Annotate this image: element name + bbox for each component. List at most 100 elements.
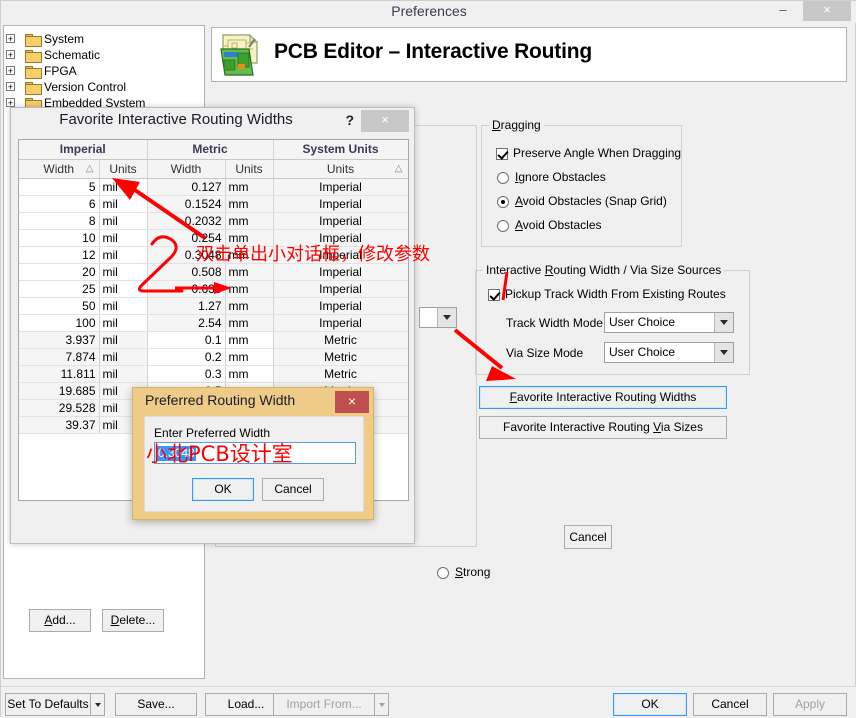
cell-imperial-width[interactable]: 6 xyxy=(19,195,100,213)
help-icon[interactable]: ? xyxy=(345,112,354,128)
cell-metric-width[interactable]: 0.3 xyxy=(147,365,226,383)
cell-imperial-units[interactable]: mil xyxy=(99,331,148,349)
cell-imperial-units[interactable]: mil xyxy=(99,246,148,264)
expand-icon[interactable]: + xyxy=(6,82,15,92)
cell-metric-units[interactable]: mm xyxy=(225,280,274,298)
close-icon[interactable]: × xyxy=(335,391,369,413)
cell-imperial-width[interactable]: 100 xyxy=(19,314,100,332)
table-row[interactable]: 6 mil 0.1524 mm Imperial xyxy=(19,195,408,213)
cell-imperial-width[interactable]: 12 xyxy=(19,246,100,264)
apply-button[interactable]: Apply xyxy=(773,693,847,716)
checkbox-icon[interactable] xyxy=(496,147,508,160)
cell-metric-width[interactable]: 0.254 xyxy=(147,229,226,247)
cell-metric-units[interactable]: mm xyxy=(225,263,274,281)
ignore-obstacles-radio-row[interactable]: Ignore Obstacles xyxy=(497,170,606,184)
avoid-obstacles-snap-grid-radio-row[interactable]: Avoid Obstacles (Snap Grid) xyxy=(497,194,667,208)
cell-imperial-units[interactable]: mil xyxy=(99,178,148,196)
via-size-mode-select[interactable]: User Choice xyxy=(604,342,734,363)
cancel-button[interactable]: Cancel xyxy=(693,693,767,716)
sidebar-item-system[interactable]: + System xyxy=(4,30,204,47)
table-row[interactable]: 8 mil 0.2032 mm Imperial xyxy=(19,212,408,230)
cell-system-units[interactable]: Imperial xyxy=(273,178,408,196)
table-row[interactable]: 20 mil 0.508 mm Imperial xyxy=(19,263,408,281)
cell-system-units[interactable]: Imperial xyxy=(273,195,408,213)
column-header-imperial-width[interactable]: Width △ xyxy=(19,159,100,179)
expand-icon[interactable]: + xyxy=(6,66,15,76)
cell-imperial-units[interactable]: mil xyxy=(99,348,148,366)
cell-metric-units[interactable]: mm xyxy=(225,297,274,315)
cell-imperial-units[interactable]: mil xyxy=(99,314,148,332)
cell-metric-width[interactable]: 0.3048 xyxy=(147,246,226,264)
table-row[interactable]: 11.811 mil 0.3 mm Metric xyxy=(19,365,408,383)
chevron-down-icon[interactable] xyxy=(437,308,456,327)
table-row[interactable]: 7.874 mil 0.2 mm Metric xyxy=(19,348,408,366)
cell-system-units[interactable]: Imperial xyxy=(273,229,408,247)
cancel-button[interactable]: Cancel xyxy=(262,478,324,501)
sidebar-item-schematic[interactable]: + Schematic xyxy=(4,46,204,63)
cell-system-units[interactable]: Imperial xyxy=(273,297,408,315)
cell-metric-width[interactable]: 0.1 xyxy=(147,331,226,349)
table-row[interactable]: 50 mil 1.27 mm Imperial xyxy=(19,297,408,315)
table-row[interactable]: 12 mil 0.3048 mm Imperial xyxy=(19,246,408,264)
cell-imperial-width[interactable]: 50 xyxy=(19,297,100,315)
cell-metric-units[interactable]: mm xyxy=(225,348,274,366)
column-header-metric-units[interactable]: Units xyxy=(225,159,274,179)
add-width-button[interactable]: Add... xyxy=(29,609,91,632)
cell-metric-width[interactable]: 2.54 xyxy=(147,314,226,332)
column-header-system-units[interactable]: Units △ xyxy=(273,159,408,179)
table-row[interactable]: 25 mil 0.635 mm Imperial xyxy=(19,280,408,298)
chevron-down-icon[interactable] xyxy=(714,343,733,362)
cell-metric-units[interactable]: mm xyxy=(225,212,274,230)
cell-imperial-units[interactable]: mil xyxy=(99,195,148,213)
cell-metric-width[interactable]: 0.2 xyxy=(147,348,226,366)
cell-metric-units[interactable]: mm xyxy=(225,229,274,247)
cell-metric-units[interactable]: mm xyxy=(225,195,274,213)
cell-system-units[interactable]: Metric xyxy=(273,348,408,366)
table-row[interactable]: 3.937 mil 0.1 mm Metric xyxy=(19,331,408,349)
close-icon[interactable]: × xyxy=(361,110,409,132)
cell-system-units[interactable]: Metric xyxy=(273,331,408,349)
cell-metric-width[interactable]: 0.635 xyxy=(147,280,226,298)
cell-imperial-units[interactable]: mil xyxy=(99,280,148,298)
ok-button[interactable]: OK xyxy=(613,693,687,716)
cell-system-units[interactable]: Imperial xyxy=(273,263,408,281)
cell-imperial-width[interactable]: 3.937 xyxy=(19,331,100,349)
cell-metric-width[interactable]: 0.2032 xyxy=(147,212,226,230)
sidebar-item-fpga[interactable]: + FPGA xyxy=(4,62,204,79)
avoid-obstacles-radio-row[interactable]: Avoid Obstacles xyxy=(497,218,602,232)
chevron-down-icon[interactable] xyxy=(374,693,388,716)
cell-imperial-width[interactable]: 5 xyxy=(19,178,100,196)
strong-radio-option[interactable]: Strong xyxy=(437,565,597,581)
set-to-defaults-button[interactable]: Set To Defaults xyxy=(5,693,105,716)
cell-system-units[interactable]: Metric xyxy=(273,365,408,383)
cell-imperial-width[interactable]: 11.811 xyxy=(19,365,100,383)
cell-imperial-width[interactable]: 20 xyxy=(19,263,100,281)
pickup-track-width-checkbox-row[interactable]: Pickup Track Width From Existing Routes xyxy=(488,287,726,301)
preferred-width-input[interactable]: 0.3048 xyxy=(154,442,356,464)
cell-metric-units[interactable]: mm xyxy=(225,246,274,264)
cell-imperial-width[interactable]: 29.528 xyxy=(19,399,100,417)
cell-imperial-width[interactable]: 39.37 xyxy=(19,416,100,434)
chevron-down-icon[interactable] xyxy=(90,693,104,716)
cell-imperial-width[interactable]: 8 xyxy=(19,212,100,230)
cell-imperial-width[interactable]: 7.874 xyxy=(19,348,100,366)
column-header-metric-width[interactable]: Width xyxy=(147,159,226,179)
expand-icon[interactable]: + xyxy=(6,98,15,108)
checkbox-icon[interactable] xyxy=(488,288,500,301)
cell-metric-width[interactable]: 0.127 xyxy=(147,178,226,196)
rcr-cancel-button[interactable]: Cancel xyxy=(564,525,612,549)
cell-metric-width[interactable]: 0.1524 xyxy=(147,195,226,213)
radio-icon[interactable] xyxy=(437,566,449,579)
column-header-imperial-units[interactable]: Units xyxy=(99,159,148,179)
cell-imperial-units[interactable]: mil xyxy=(99,229,148,247)
expand-icon[interactable]: + xyxy=(6,34,15,44)
import-from-button[interactable]: Import From... xyxy=(273,693,389,716)
cell-system-units[interactable]: Imperial xyxy=(273,246,408,264)
cell-imperial-width[interactable]: 10 xyxy=(19,229,100,247)
radio-icon[interactable] xyxy=(497,219,509,232)
table-row[interactable]: 5 mil 0.127 mm Imperial xyxy=(19,178,408,196)
chevron-down-icon[interactable] xyxy=(714,313,733,332)
radio-icon[interactable] xyxy=(497,195,509,208)
minimize-button[interactable]: – xyxy=(769,3,797,21)
cell-metric-units[interactable]: mm xyxy=(225,178,274,196)
